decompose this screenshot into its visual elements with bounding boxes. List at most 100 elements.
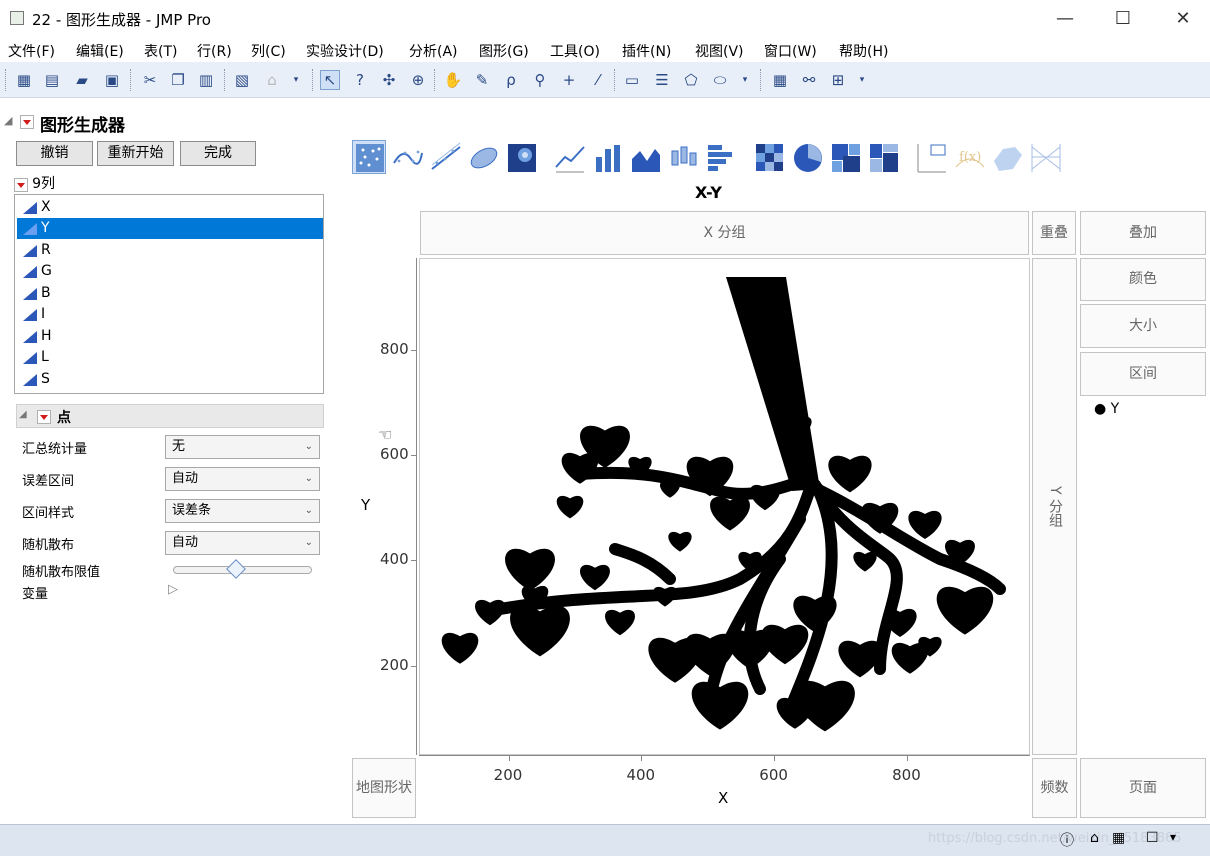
done-button[interactable]: 完成 [180,141,256,166]
histogram-icon[interactable] [704,140,738,174]
maximize-button[interactable]: ☐ [1100,6,1146,32]
column-item-l[interactable]: L [17,347,323,368]
parallel-plot-icon[interactable] [1028,140,1062,174]
interval-zone[interactable]: 区间 [1080,352,1206,396]
heatmap-icon[interactable] [752,140,786,174]
slider-thumb[interactable] [225,559,246,579]
plot-frame[interactable] [419,258,1030,755]
column-item-y[interactable]: Y [17,218,323,239]
expand-arrow-icon[interactable]: ▷ [168,582,178,597]
polygon-icon[interactable]: ⬠ [681,70,701,90]
help-icon[interactable]: ? [350,70,370,90]
group-y-zone[interactable]: Y 分组 [1032,258,1077,755]
menu-edit[interactable]: 编辑(E) [76,41,124,61]
brush-icon[interactable]: ✎ [472,70,492,90]
ellipse-chart-icon[interactable] [466,140,500,174]
pie-chart-icon[interactable] [790,140,824,174]
column-item-r[interactable]: R [17,240,323,261]
overlap-zone[interactable]: 重叠 [1032,211,1076,255]
menu-rows[interactable]: 行(R) [197,41,232,61]
page-zone[interactable]: 页面 [1080,758,1206,818]
color-zone[interactable]: 颜色 [1080,258,1206,301]
lasso-icon[interactable]: ρ [501,70,521,90]
binoculars-icon[interactable]: ⚯ [799,70,819,90]
formula-icon[interactable]: f(x) [952,140,986,174]
y-axis-label[interactable]: Y [361,496,370,514]
cut-icon[interactable]: ✂ [140,70,160,90]
ellipse-icon[interactable]: ⬭ [710,70,730,90]
summary-stat-select[interactable]: 无 ⌄ [165,435,320,459]
smoother-chart-icon[interactable] [390,140,424,174]
menu-doe[interactable]: 实验设计(D) [306,41,384,61]
error-interval-select[interactable]: 自动 ⌄ [165,467,320,491]
window-list-icon[interactable]: ☐ [1146,830,1159,846]
map-shape-zone[interactable]: 地图形状 [352,758,416,818]
menu-addins[interactable]: 插件(N) [622,41,671,61]
column-item-h[interactable]: H [17,326,323,347]
undo-button[interactable]: 撤销 [16,141,93,166]
info-icon[interactable]: ⓘ [1060,830,1074,850]
area-chart-icon[interactable] [628,140,662,174]
column-item-b[interactable]: B [17,283,323,304]
overlay-zone[interactable]: 叠加 [1080,211,1206,255]
treemap-icon[interactable] [828,140,862,174]
contour-chart-icon[interactable] [504,140,538,174]
freq-zone[interactable]: 频数 [1032,758,1077,818]
points-section-header[interactable]: ◢ 点 [16,404,324,428]
text-icon[interactable]: ▭ [622,70,642,90]
line-fit-chart-icon[interactable] [428,140,462,174]
target-icon[interactable]: ⊕ [408,70,428,90]
column-item-g[interactable]: G [17,261,323,282]
home-icon[interactable]: ⌂ [1090,830,1099,846]
toolbar-overflow-icon[interactable]: ▾ [286,70,306,90]
table-icon[interactable]: ▦ [1112,830,1125,846]
interval-style-select[interactable]: 误差条 ⌄ [165,499,320,523]
close-button[interactable]: ✕ [1160,6,1206,32]
menu-cols[interactable]: 列(C) [251,41,286,61]
dropdown-icon[interactable]: ▾ [1170,830,1176,844]
bar-chart-icon[interactable] [590,140,624,174]
map-shapes-icon[interactable] [990,140,1024,174]
save-icon[interactable]: ▣ [102,70,122,90]
toolbar-overflow-icon[interactable]: ▾ [735,70,755,90]
crosshair-icon[interactable]: ✣ [379,70,399,90]
menu-view[interactable]: 视图(V) [695,41,744,61]
menu-file[interactable]: 文件(F) [8,41,55,61]
open-icon[interactable]: ▰ [72,70,92,90]
arrow-icon[interactable]: ↖ [320,70,340,90]
minimize-button[interactable]: — [1042,6,1088,32]
mosaic-icon[interactable] [866,140,900,174]
menu-table[interactable]: 表(T) [144,41,177,61]
lock-icon[interactable]: ⌂ [262,70,282,90]
columns-header[interactable]: 9列 [14,173,55,193]
restart-button[interactable]: 重新开始 [97,141,174,166]
menu-help[interactable]: 帮助(H) [839,41,888,61]
box-plot-icon[interactable] [666,140,700,174]
red-triangle-menu-icon[interactable] [20,114,34,129]
line-icon[interactable]: ⁄ [588,70,608,90]
size-zone[interactable]: 大小 [1080,304,1206,348]
plus-icon[interactable]: + [559,70,579,90]
red-triangle-menu-icon[interactable] [14,177,28,192]
line-chart-icon[interactable] [552,140,586,174]
points-chart-icon[interactable] [352,140,386,174]
collapse-icon[interactable]: ◢ [4,114,12,127]
paste-icon[interactable]: ▥ [196,70,216,90]
x-axis-label[interactable]: X [718,789,728,807]
copy-icon[interactable]: ❐ [168,70,188,90]
menu-graph[interactable]: 图形(G) [479,41,529,61]
column-item-x[interactable]: X [17,197,323,218]
column-item-i[interactable]: I [17,304,323,325]
toolbar-overflow-icon[interactable]: ▾ [852,70,872,90]
menu-tools[interactable]: 工具(O) [550,41,600,61]
caption-box-icon[interactable] [914,140,948,174]
hand-icon[interactable]: ✋ [443,70,463,90]
group-x-zone[interactable]: X 分组 [420,211,1029,255]
menu-window[interactable]: 窗口(W) [764,41,817,61]
collapse-icon[interactable]: ◢ [19,409,27,420]
jitter-select[interactable]: 自动 ⌄ [165,531,320,555]
menu-analyze[interactable]: 分析(A) [409,41,458,61]
add-icon[interactable]: ⊞ [828,70,848,90]
list-icon[interactable]: ☰ [652,70,672,90]
column-item-s[interactable]: S [17,369,323,390]
